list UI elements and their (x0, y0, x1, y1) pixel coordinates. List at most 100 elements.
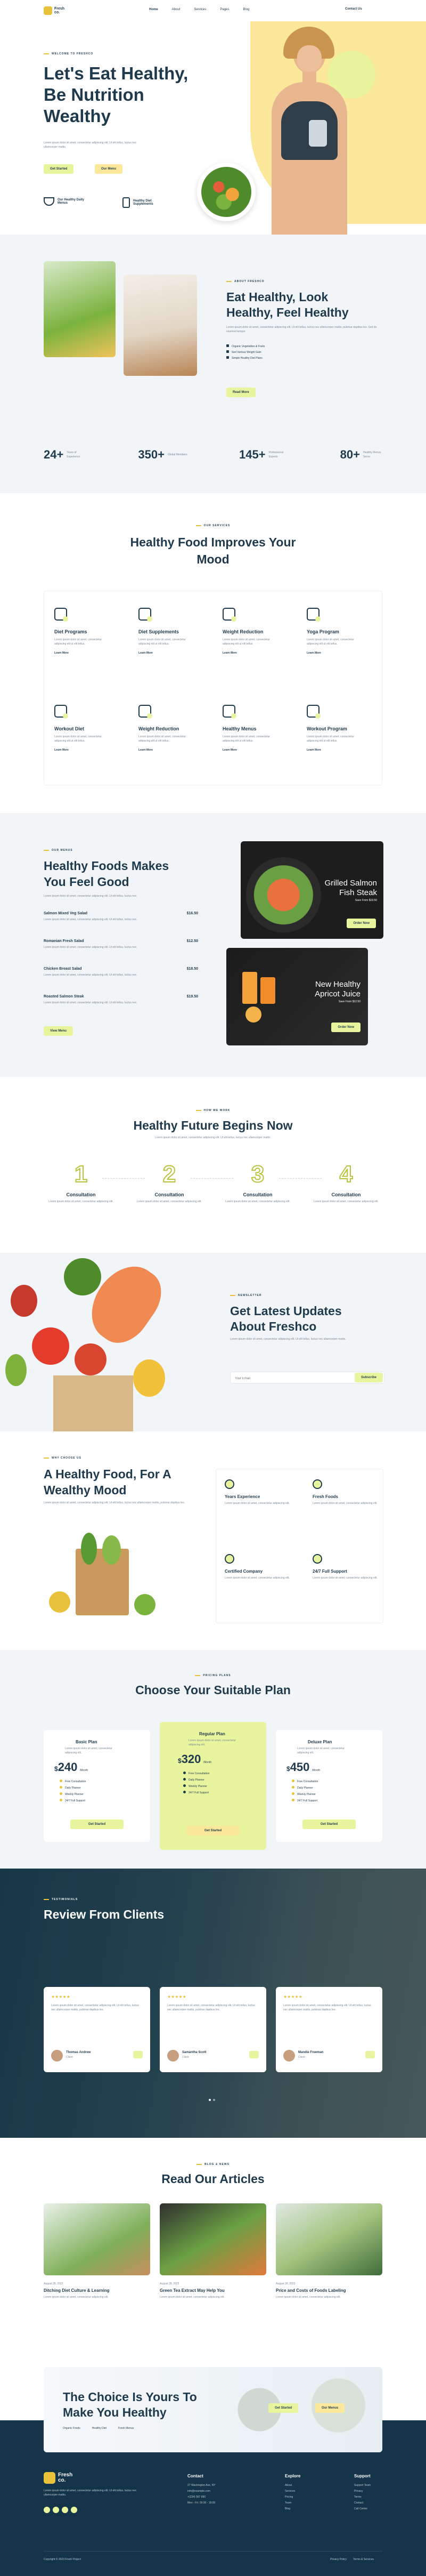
promo-1-title: Grilled Salmon (324, 879, 377, 888)
check-item: Sed Various Weight Gain (226, 350, 265, 356)
service-description: Lorem ipsum dolor sit amet, consectetur … (138, 638, 186, 646)
learn-more-link[interactable]: Learn More (138, 651, 213, 655)
footer-link[interactable]: Privacy (354, 2489, 371, 2494)
logo[interactable]: Fresh co. (44, 6, 64, 15)
blog-card[interactable]: August 28, 2023 Ditching Diet Culture & … (44, 2203, 150, 2299)
learn-more-link[interactable]: Learn More (307, 651, 381, 655)
our-menu-button[interactable]: Our Menu (95, 164, 122, 174)
learn-more-link[interactable]: Learn More (54, 651, 129, 655)
footer-link[interactable]: Blog (285, 2506, 300, 2512)
learn-more-link[interactable]: Learn More (223, 748, 297, 752)
learn-more-link[interactable]: Learn More (223, 651, 297, 655)
footer-link[interactable]: info@example.com (187, 2489, 216, 2494)
instagram-icon[interactable] (62, 2507, 68, 2513)
footer-link[interactable]: Pricing (285, 2494, 300, 2500)
learn-more-link[interactable]: Learn More (138, 748, 213, 752)
stat: 145+ Professional Experts (239, 448, 284, 461)
footer-link[interactable]: +(234) 567 890 (187, 2494, 216, 2500)
menu-item[interactable]: Roasted Salmon Steak $19.50 Lorem ipsum … (44, 995, 198, 1023)
service-card[interactable]: Yoga Program Lorem ipsum dolor sit amet,… (307, 608, 381, 688)
youtube-icon[interactable] (71, 2507, 77, 2513)
get-started-button[interactable]: Get Started (44, 164, 74, 174)
footer-link[interactable]: Terms (354, 2494, 371, 2500)
hero-feature-1: Our Healthy Daily Menus (44, 197, 89, 206)
service-description: Lorem ipsum dolor sit amet, consectetur … (223, 735, 270, 743)
footer-link[interactable]: Services (285, 2489, 300, 2494)
order-now-button[interactable]: Order Now (331, 1023, 361, 1032)
menu-item[interactable]: Chicken Breast Salad $18.50 Lorem ipsum … (44, 967, 198, 995)
nav-blog[interactable]: Blog (243, 8, 249, 11)
hero-title: Let's Eat Healthy, Be Nutrition Wealthy (44, 63, 189, 126)
cta-get-started-button[interactable]: Get Started (268, 2403, 299, 2413)
facebook-icon[interactable] (44, 2507, 50, 2513)
service-title: Workout Diet (54, 726, 84, 731)
choose-item: Certified Company Lorem ipsum dolor sit … (225, 1554, 294, 1580)
twitter-icon[interactable] (53, 2507, 59, 2513)
cta-our-menus-button[interactable]: Our Menus (315, 2403, 345, 2413)
service-card[interactable]: Weight Reduction Lorem ipsum dolor sit a… (223, 608, 297, 688)
review-card: ★★★★★ Lorem ipsum dolor sit amet, consec… (276, 1987, 382, 2072)
choose-item: Fresh Foods Lorem ipsum dolor sit amet, … (313, 1479, 382, 1506)
review-card: ★★★★★ Lorem ipsum dolor sit amet, consec… (44, 1987, 150, 2072)
footer-col-contact: Contact 27 Washington Ave, NY info@example… (187, 2474, 216, 2506)
footer-link[interactable]: About (285, 2483, 300, 2489)
footer-link[interactable]: Mon - Fri: 09:00 - 18:00 (187, 2500, 216, 2506)
footer-link[interactable]: Call Center (354, 2506, 371, 2512)
plan-feature: Daily Planner (292, 1785, 382, 1791)
service-card[interactable]: Diet Programs Lorem ipsum dolor sit amet… (54, 608, 129, 688)
service-card[interactable]: Weight Reduction Lorem ipsum dolor sit a… (138, 705, 213, 785)
logo-icon (44, 2472, 55, 2484)
blog-card[interactable]: August 28, 2023 Price and Costs of Foods… (276, 2203, 382, 2299)
footer-link[interactable]: Contact (354, 2500, 371, 2506)
logo-name-2: co. (54, 11, 60, 14)
service-card[interactable]: Workout Program Lorem ipsum dolor sit am… (307, 705, 381, 785)
footer-logo[interactable]: Fresh co. (44, 2472, 72, 2484)
footer-link[interactable]: Support Team (354, 2483, 371, 2489)
order-now-button[interactable]: Order Now (347, 919, 376, 928)
footer-col-support: Support Support Team Privacy Terms Contact Ca… (354, 2474, 371, 2512)
nav-pages[interactable]: Pages (220, 8, 229, 11)
email-field[interactable]: Subscribe (230, 1372, 384, 1384)
learn-more-link[interactable]: Learn More (54, 748, 129, 752)
subscribe-button[interactable]: Subscribe (354, 1373, 383, 1382)
review-text: Lorem ipsum dolor sit amet, consectetur … (51, 2004, 139, 2011)
contact-button[interactable]: Contact Us (345, 7, 362, 11)
plan-get-started-button[interactable]: Get Started (70, 1820, 124, 1829)
nav-home[interactable]: Home (149, 8, 158, 11)
reviews-eyebrow: Testimonials (44, 1898, 78, 1901)
work-section: How We Work Healthy Future Begins Now Lo… (0, 1077, 426, 1253)
step-title: Consultation (154, 1192, 184, 1197)
choose-item-title: Fresh Foods (313, 1494, 339, 1499)
quote-icon (365, 2051, 375, 2058)
privacy-link[interactable]: Privacy Policy (330, 2558, 347, 2561)
blog-card[interactable]: August 28, 2023 Green Tea Extract May He… (160, 2203, 266, 2299)
avatar (51, 2050, 63, 2062)
view-menu-button[interactable]: View Menu (44, 1026, 73, 1036)
footer-section: The Choice Is Yours To Make You Healthy O… (0, 2367, 426, 2576)
blog-post-title: Price and Costs of Foods Labeling (276, 2288, 346, 2293)
slider-dots[interactable] (209, 2099, 215, 2101)
copyright: Copyright © 2023 Fresh Project (44, 2558, 81, 2561)
nav-about[interactable]: About (172, 8, 181, 11)
learn-more-link[interactable]: Learn More (307, 748, 381, 752)
blog-section: Blog & News Read Our Articles August 28,… (0, 2138, 426, 2367)
stat: 350+ Global Members (138, 448, 187, 461)
email-input[interactable] (231, 1373, 337, 1384)
menu-item-price: $18.50 (186, 967, 198, 971)
plan-feature: Weekly Planner (60, 1791, 150, 1798)
step-title: Consultation (331, 1192, 361, 1197)
nav-services[interactable]: Services (194, 8, 206, 11)
service-card[interactable]: Workout Diet Lorem ipsum dolor sit amet,… (54, 705, 129, 785)
terms-link[interactable]: Terms & Services (353, 2558, 374, 2561)
plan-get-started-button[interactable]: Get Started (302, 1820, 356, 1829)
menu-item[interactable]: Romanian Fresh Salad $12.50 Lorem ipsum … (44, 939, 198, 967)
plan-feature: Weekly Planner (183, 1783, 266, 1790)
service-card[interactable]: Diet Supplements Lorem ipsum dolor sit a… (138, 608, 213, 688)
plan-get-started-button[interactable]: Get Started (186, 1826, 240, 1836)
blog-description: Lorem ipsum dolor sit amet, consectetur … (276, 2296, 341, 2299)
footer-link[interactable]: 27 Washington Ave, NY (187, 2483, 216, 2489)
about-read-more-button[interactable]: Read More (226, 388, 256, 397)
menu-item[interactable]: Salmon Mixed Veg Salad $16.50 Lorem ipsu… (44, 912, 198, 939)
service-card[interactable]: Healthy Menus Lorem ipsum dolor sit amet… (223, 705, 297, 785)
footer-link[interactable]: Team (285, 2500, 300, 2506)
